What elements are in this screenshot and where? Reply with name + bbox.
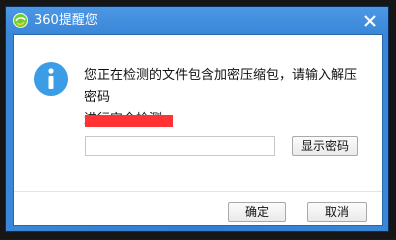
dialog-window: 360提醒您 您正在检测的文件包含加密压缩包，请输入解压密码 进行安全检测。 显… [6, 7, 388, 231]
ok-button[interactable]: 确定 [228, 202, 286, 222]
dialog-body: 您正在检测的文件包含加密压缩包，请输入解压密码 进行安全检测。 显示密码 确定 … [13, 34, 383, 226]
redaction-bar [85, 115, 173, 127]
window-title: 360提醒您 [34, 13, 98, 28]
360-logo-icon [13, 13, 28, 28]
close-icon[interactable] [360, 11, 380, 31]
divider [14, 191, 382, 192]
titlebar: 360提醒您 [6, 7, 388, 34]
password-input[interactable] [85, 136, 275, 156]
info-icon [33, 61, 69, 97]
cancel-button[interactable]: 取消 [307, 202, 367, 222]
show-password-button[interactable]: 显示密码 [292, 136, 358, 156]
